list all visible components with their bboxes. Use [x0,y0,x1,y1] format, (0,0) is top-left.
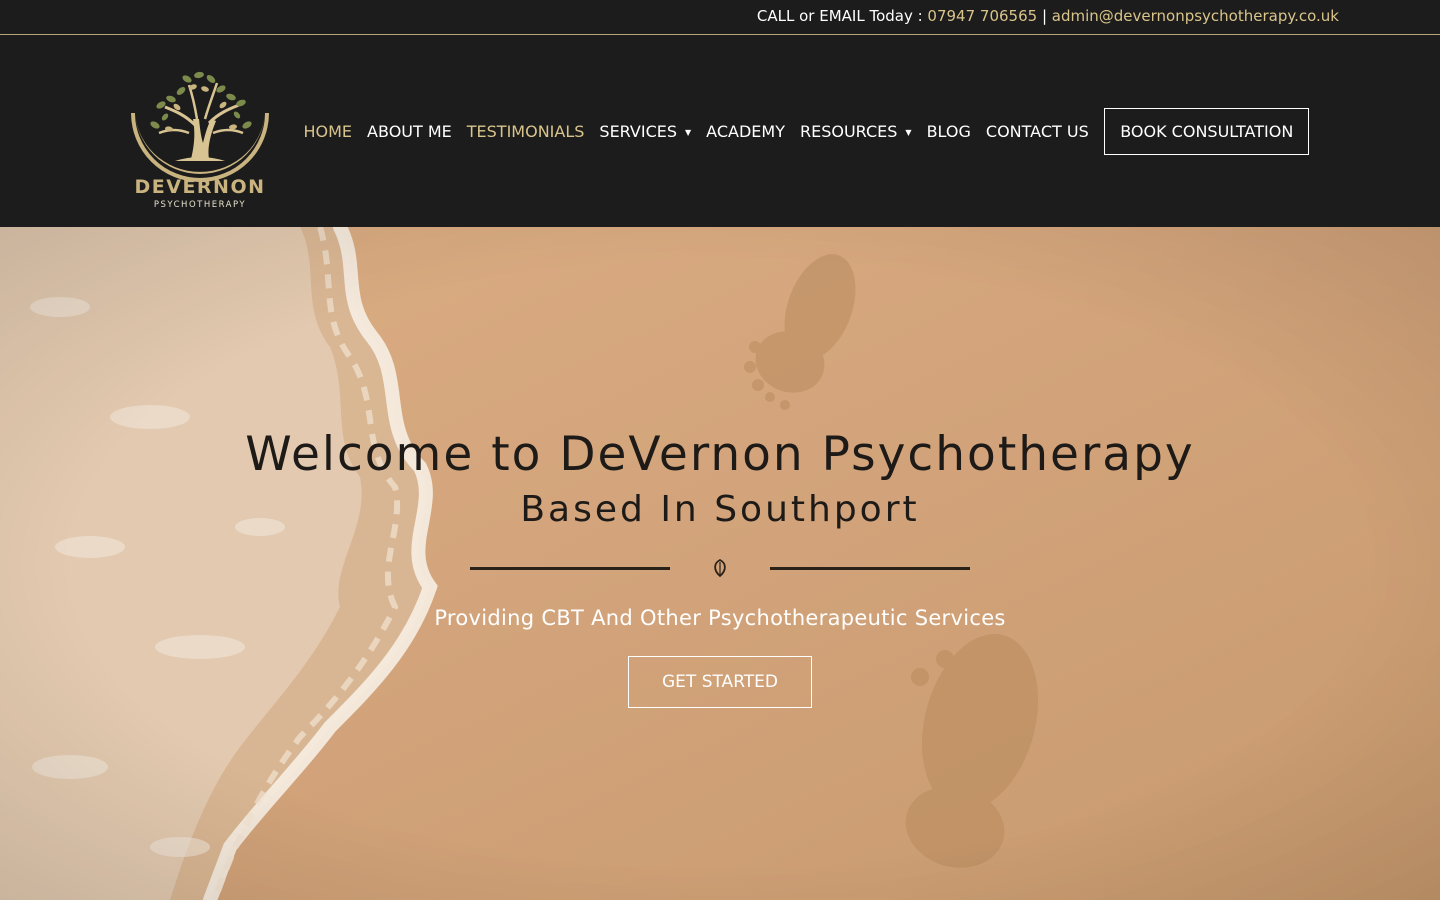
get-started-button[interactable]: GET STARTED [628,656,812,708]
nav-testimonials-label: TESTIMONIALS [466,121,585,141]
nav-about-me-label: ABOUT ME [367,121,452,141]
hero-title: Welcome to DeVernon Psychotherapy [245,427,1195,482]
nav-resources-label: RESOURCES [799,121,898,141]
tree-logo-icon: DEVERNON PSYCHOTHERAPY [131,71,269,210]
nav-blog[interactable]: BLOG [919,122,978,141]
site-header: DEVERNON PSYCHOTHERAPY HOME ABOUT ME TES… [0,35,1440,227]
nav-contact-us[interactable]: CONTACT US [978,122,1096,141]
leaf-icon [714,558,726,578]
hero-section: Welcome to DeVernon Psychotherapy Based … [0,227,1440,900]
main-nav: HOME ABOUT ME TESTIMONIALS SERVICES ▼ ACA… [296,35,1310,227]
hero-tagline: Providing CBT And Other Psychotherapeuti… [434,606,1006,630]
site-logo[interactable]: DEVERNON PSYCHOTHERAPY [125,63,275,211]
nav-about-me[interactable]: ABOUT ME [360,122,460,141]
nav-services[interactable]: SERVICES ▼ [592,122,699,141]
nav-testimonials[interactable]: TESTIMONIALS [459,122,592,141]
logo-name: DEVERNON [134,176,265,198]
chevron-down-icon: ▼ [685,128,692,137]
email-link[interactable]: admin@devernonpsychotherapy.co.uk [1052,7,1339,25]
nav-home-label: HOME [303,121,353,141]
nav-contact-us-label: CONTACT US [985,121,1089,141]
nav-academy[interactable]: ACADEMY [699,122,793,141]
hero-content: Welcome to DeVernon Psychotherapy Based … [0,227,1440,900]
top-bar: CALL or EMAIL Today : 07947 706565 | adm… [0,0,1440,35]
contact-separator: | [1037,7,1052,25]
divider-line-left [470,567,670,570]
chevron-down-icon: ▼ [905,128,912,137]
hero-subtitle: Based In Southport [520,489,920,530]
nav-home[interactable]: HOME [296,122,360,141]
logo-tagline: PSYCHOTHERAPY [154,200,246,210]
nav-services-label: SERVICES [599,121,678,141]
nav-resources[interactable]: RESOURCES ▼ [792,122,919,141]
nav-blog-label: BLOG [926,121,971,141]
phone-link[interactable]: 07947 706565 [927,7,1037,25]
nav-academy-label: ACADEMY [706,121,785,141]
divider-line-right [770,567,970,570]
contact-strip: CALL or EMAIL Today : 07947 706565 | adm… [757,7,1339,25]
contact-prefix: CALL or EMAIL Today : [756,7,928,25]
book-consultation-button[interactable]: BOOK CONSULTATION [1104,107,1310,155]
